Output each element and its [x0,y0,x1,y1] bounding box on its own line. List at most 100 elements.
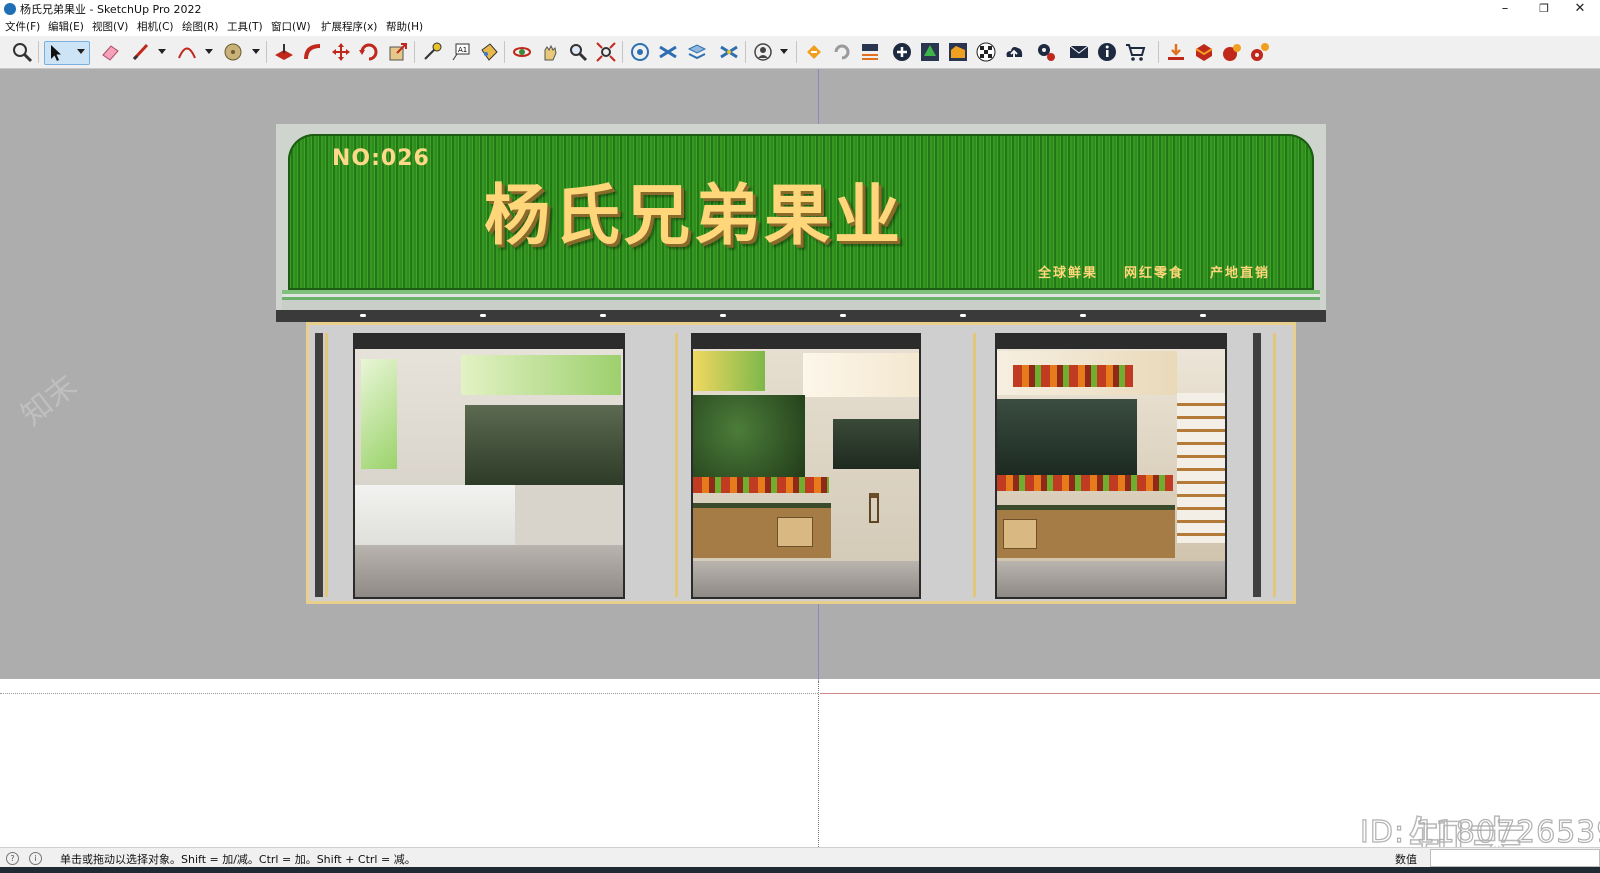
cloud-upload-icon[interactable] [1003,41,1025,63]
counter-panel [777,517,813,547]
material-tool-icon[interactable] [1221,41,1243,63]
menu-draw[interactable]: 绘图(R) [182,21,219,34]
ceiling [693,335,919,349]
sign-number: NO:026 [332,146,430,171]
restore-button[interactable]: ❐ [1524,0,1564,19]
arc-dropdown-icon[interactable] [205,49,213,54]
zoom-window-icon[interactable] [11,41,33,63]
sign-trim [282,300,1320,310]
menu-help[interactable]: 帮助(H) [386,21,423,34]
text-tool-icon[interactable]: A1 [450,41,472,63]
title-bar: 杨氏兄弟果业 - SketchUp Pro 2022 – ❐ ✕ [0,0,1600,19]
floor [997,561,1225,597]
toolbar-separator [38,41,39,63]
gold-trim [973,333,976,597]
wall-poster [803,353,919,397]
menu-file[interactable]: 文件(F) [5,21,40,34]
mail-icon[interactable] [1068,41,1090,63]
move-icon[interactable] [330,41,352,63]
info-icon[interactable] [1096,41,1118,63]
spotlight [600,314,606,317]
geolocation-icon[interactable]: ? [6,852,19,865]
plant-display [693,395,805,481]
zoom-icon[interactable] [567,41,589,63]
wall-poster [693,351,765,391]
soffit [276,310,1326,322]
status-bar: ? i 单击或拖动以选择对象。Shift = 加/减。Ctrl = 加。Shif… [0,847,1600,868]
bar-stool [869,493,879,523]
menu-extensions[interactable]: 扩展程序(x) [321,21,377,34]
spotlight [480,314,486,317]
menu-banner [461,355,621,395]
menu-tools[interactable]: 工具(T) [227,21,263,34]
arc-icon[interactable] [176,41,198,63]
push-pull-icon[interactable] [273,41,295,63]
add-icon[interactable] [891,41,913,63]
storefront-model[interactable]: NO:026 杨氏兄弟果业 全球鲜果 网红零食 产地直销 [276,124,1326,680]
component-tool-icon[interactable] [1193,41,1215,63]
checker-icon[interactable] [975,41,997,63]
line-dropdown-icon[interactable] [158,49,166,54]
shape-icon[interactable] [222,41,244,63]
shape-dropdown-icon[interactable] [252,49,260,54]
shopping-cart-icon[interactable] [1124,41,1146,63]
id-watermark: ID: 1180726539 [1359,814,1600,850]
scale-icon[interactable] [387,41,409,63]
refresh-icon[interactable] [831,41,853,63]
download-tray-icon[interactable] [1165,41,1187,63]
back-window [833,419,919,469]
user-account-icon[interactable] [752,41,774,63]
measurements-input[interactable] [1430,849,1600,867]
window-title: 杨氏兄弟果业 - SketchUp Pro 2022 [20,3,202,16]
follow-me-icon[interactable] [302,41,324,63]
floor [355,545,623,597]
shop-window-right [995,333,1227,599]
fruit-display [693,477,829,493]
rotate-icon[interactable] [358,41,380,63]
minimize-button[interactable]: – [1485,0,1525,19]
menu-edit[interactable]: 编辑(E) [48,21,84,34]
share-model-icon[interactable] [718,41,740,63]
spotlight [960,314,966,317]
svg-text:A1: A1 [458,46,467,54]
model-viewport[interactable]: NO:026 杨氏兄弟果业 全球鲜果 网红零食 产地直销 知末 知末 知末 知末 [0,69,1600,847]
toolbar-separator [1158,41,1159,63]
layers-icon[interactable] [686,41,708,63]
menu-camera[interactable]: 相机(C) [137,21,174,34]
close-button[interactable]: ✕ [1560,0,1600,19]
plugin-gear-icon[interactable] [1249,41,1271,63]
paint-bucket-icon[interactable] [478,41,500,63]
zoom-extents-icon[interactable] [595,41,617,63]
settings-gear-icon[interactable] [1035,41,1057,63]
sketchup-app-icon [4,3,16,15]
menu-view[interactable]: 视图(V) [92,21,128,34]
orbit-icon[interactable] [511,41,533,63]
diagonal-watermark: 知末 [964,708,1034,773]
diagonal-watermark: 知末 [424,718,494,783]
account-dropdown-icon[interactable] [780,49,788,54]
gold-trim [675,333,678,597]
select-dropdown-icon[interactable] [77,49,85,54]
signboard: NO:026 杨氏兄弟果业 全球鲜果 网红零食 产地直销 [288,134,1314,290]
toolbar-separator [622,41,623,63]
pencil-line-icon[interactable] [130,41,152,63]
pan-icon[interactable] [539,41,561,63]
eraser-icon[interactable] [99,41,121,63]
tape-measure-icon[interactable] [421,41,443,63]
toolbar-separator [504,41,505,63]
tree-icon[interactable] [919,41,941,63]
plugin-import-icon[interactable] [803,41,825,63]
red-axis-line [820,693,1600,694]
wall-poster [361,359,397,469]
chart-icon[interactable] [947,41,969,63]
counter-panel [1003,519,1037,549]
spotlight [720,314,726,317]
sign-tag: 产地直销 [1210,266,1271,281]
sign-title: 杨氏兄弟果业 [484,177,904,254]
extension-warehouse-icon[interactable] [657,41,679,63]
credits-icon[interactable]: i [29,852,42,865]
transfer-icon[interactable] [859,41,881,63]
warehouse-icon[interactable] [629,41,651,63]
menu-window[interactable]: 窗口(W) [271,21,311,34]
taskbar-edge [0,867,1600,873]
